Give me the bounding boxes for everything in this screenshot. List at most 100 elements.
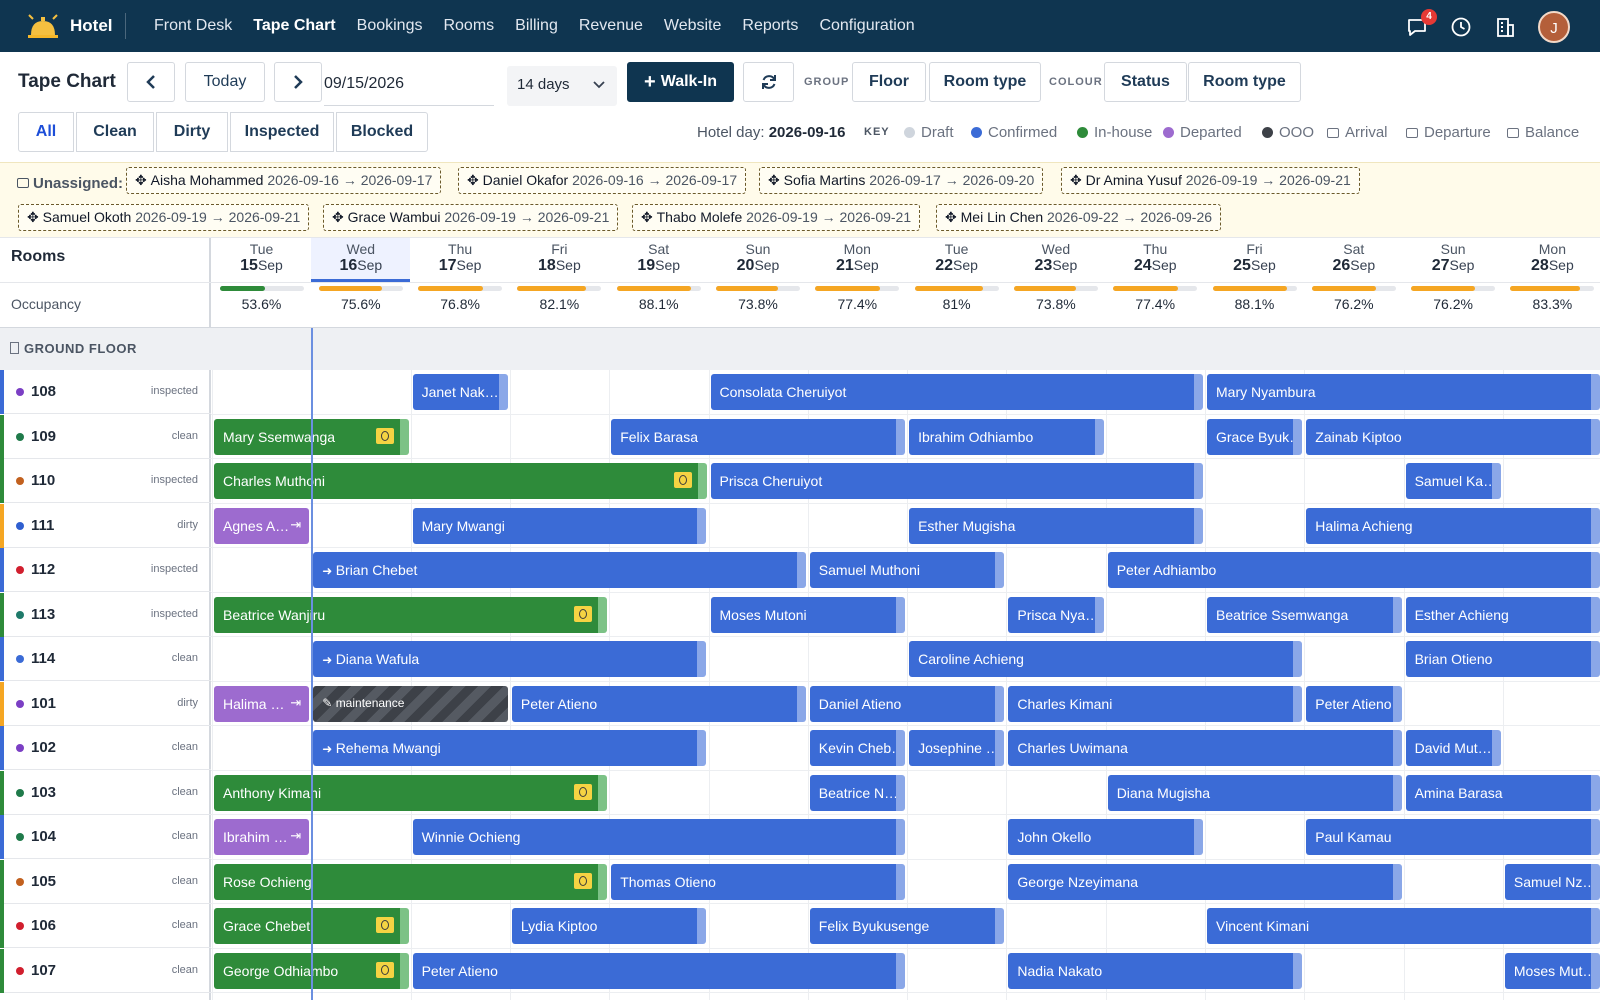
nav-link-configuration[interactable]: Configuration <box>819 17 914 35</box>
booking-bar[interactable]: Mary Mwangi <box>412 507 707 544</box>
day-header-18[interactable]: Fri 18Sep <box>510 238 609 282</box>
booking-bar[interactable]: Vincent Kimani <box>1207 908 1600 944</box>
nav-link-front-desk[interactable]: Front Desk <box>154 17 232 35</box>
booking-bar[interactable]: Janet Nak… <box>412 374 508 410</box>
day-header-25[interactable]: Fri 25Sep <box>1205 238 1304 282</box>
booking-bar[interactable]: Grace Byuk… <box>1207 418 1303 455</box>
nav-link-rooms[interactable]: Rooms <box>443 17 494 35</box>
booking-bar[interactable]: Rose Ochieng <box>214 863 608 900</box>
booking-bar[interactable]: Halima … ⇥ <box>214 685 310 722</box>
nav-link-revenue[interactable]: Revenue <box>579 17 643 35</box>
booking-bar[interactable]: George Nzeyimana <box>1008 863 1402 900</box>
booking-bar[interactable]: Prisca Cheruiyot <box>710 463 1203 499</box>
brand[interactable]: Hotel <box>0 13 126 39</box>
unassigned-chip[interactable]: ✥ Mei Lin Chen 2026-09-22 → 2026-09-26 <box>936 204 1222 231</box>
group-floor-button[interactable]: Floor <box>852 62 926 102</box>
booking-bar[interactable]: Beatrice N… <box>809 774 906 811</box>
refresh-button[interactable] <box>743 62 794 102</box>
day-header-26[interactable]: Sat 26Sep <box>1304 238 1403 282</box>
booking-bar[interactable]: Felix Barasa <box>611 418 906 455</box>
booking-bar[interactable]: Brian Otieno <box>1405 641 1600 677</box>
booking-bar[interactable]: Esther Achieng <box>1405 596 1600 633</box>
booking-bar[interactable]: ➜ Brian Chebet <box>313 552 806 588</box>
today-button[interactable]: Today <box>185 62 265 102</box>
unassigned-chip[interactable]: ✥ Thabo Molefe 2026-09-19 → 2026-09-21 <box>632 204 921 231</box>
day-header-21[interactable]: Mon 21Sep <box>808 238 907 282</box>
booking-bar[interactable]: Paul Kamau <box>1306 819 1600 855</box>
nav-link-billing[interactable]: Billing <box>515 17 558 35</box>
booking-bar[interactable]: Samuel Nz… <box>1504 863 1600 900</box>
nav-link-tape-chart[interactable]: Tape Chart <box>253 17 335 35</box>
filter-clean[interactable]: Clean <box>76 112 154 152</box>
day-header-20[interactable]: Sun 20Sep <box>709 238 808 282</box>
booking-bar[interactable]: David Mut… <box>1405 730 1501 766</box>
booking-bar[interactable]: Ibrahim … ⇥ <box>214 819 310 855</box>
booking-bar[interactable]: Samuel Muthoni <box>809 552 1005 588</box>
unassigned-chip[interactable]: ✥ Grace Wambui 2026-09-19 → 2026-09-21 <box>323 204 619 231</box>
room-row-110[interactable]: 110 inspected <box>0 459 211 503</box>
booking-bar[interactable]: Winnie Ochieng <box>412 819 906 855</box>
day-header-24[interactable]: Thu 24Sep <box>1106 238 1205 282</box>
booking-bar[interactable]: Halima Achieng <box>1306 507 1600 544</box>
booking-bar[interactable]: ➜ Diana Wafula <box>313 641 707 677</box>
filter-dirty[interactable]: Dirty <box>156 112 228 152</box>
booking-bar[interactable]: Esther Mugisha <box>909 507 1203 544</box>
booking-bar[interactable]: Peter Atieno <box>412 952 906 989</box>
user-avatar[interactable]: J <box>1538 11 1570 43</box>
booking-bar[interactable]: Kevin Cheb… <box>809 730 906 766</box>
day-header-27[interactable]: Sun 27Sep <box>1404 238 1503 282</box>
nav-link-website[interactable]: Website <box>664 17 722 35</box>
day-header-22[interactable]: Tue 22Sep <box>907 238 1006 282</box>
booking-bar[interactable]: Beatrice Wanjiru <box>214 596 608 633</box>
booking-bar[interactable]: Prisca Nya… <box>1008 596 1104 633</box>
day-header-15[interactable]: Tue 15Sep <box>212 238 311 282</box>
day-header-23[interactable]: Wed 23Sep <box>1006 238 1105 282</box>
colour-status-button[interactable]: Status <box>1104 62 1187 102</box>
group-room-type-button[interactable]: Room type <box>929 62 1041 102</box>
room-row-108[interactable]: 108 inspected <box>0 370 211 414</box>
booking-bar[interactable]: Beatrice Ssemwanga <box>1207 596 1402 633</box>
day-header-28[interactable]: Mon 28Sep <box>1503 238 1600 282</box>
booking-bar[interactable]: Mary Nyambura <box>1207 374 1600 410</box>
range-select[interactable]: 14 days <box>507 66 617 106</box>
booking-bar[interactable]: Peter Atieno <box>511 685 806 722</box>
booking-bar[interactable]: Samuel Ka… <box>1405 463 1501 499</box>
clock-icon[interactable] <box>1450 16 1472 38</box>
booking-bar[interactable]: Peter Adhiambo <box>1107 552 1600 588</box>
booking-bar[interactable]: Consolata Cheruiyot <box>710 374 1203 410</box>
booking-bar[interactable]: Agnes A… ⇥ <box>214 507 310 544</box>
walk-in-button[interactable]: + Walk-In <box>627 62 734 102</box>
unassigned-chip[interactable]: ✥ Dr Amina Yusuf 2026-09-19 → 2026-09-21 <box>1061 167 1360 194</box>
booking-bar[interactable]: Charles Muthoni <box>214 463 707 499</box>
nav-link-reports[interactable]: Reports <box>742 17 798 35</box>
filter-inspected[interactable]: Inspected <box>230 112 334 152</box>
booking-bar[interactable]: Moses Mut… <box>1504 952 1600 989</box>
booking-bar[interactable]: Thomas Otieno <box>611 863 906 900</box>
filter-blocked[interactable]: Blocked <box>336 112 428 152</box>
booking-bar[interactable]: Peter Atieno <box>1306 685 1402 722</box>
unassigned-chip[interactable]: ✥ Daniel Okafor 2026-09-16 → 2026-09-17 <box>458 167 747 194</box>
booking-bar[interactable]: Charles Uwimana <box>1008 730 1402 766</box>
room-row-107[interactable]: 107 clean <box>0 948 211 993</box>
chat-icon[interactable]: 4 <box>1406 9 1437 38</box>
room-row-112[interactable]: 112 inspected <box>0 548 211 592</box>
day-header-19[interactable]: Sat 19Sep <box>609 238 708 282</box>
room-row-113[interactable]: 113 inspected <box>0 592 211 637</box>
date-input[interactable]: 09/15/2026 <box>324 66 494 106</box>
booking-bar[interactable]: Amina Barasa <box>1405 774 1600 811</box>
filter-all[interactable]: All <box>18 112 74 152</box>
booking-bar[interactable]: ➜ Rehema Mwangi <box>313 730 707 766</box>
booking-bar[interactable]: Moses Mutoni <box>710 596 906 633</box>
room-row-106[interactable]: 106 clean <box>0 904 211 948</box>
booking-bar[interactable]: Zainab Kiptoo <box>1306 418 1600 455</box>
booking-bar[interactable]: Charles Kimani <box>1008 685 1303 722</box>
day-header-17[interactable]: Thu 17Sep <box>411 238 510 282</box>
booking-bar[interactable]: John Okello <box>1008 819 1203 855</box>
next-button[interactable] <box>274 62 322 102</box>
booking-bar[interactable]: Daniel Atieno <box>809 685 1005 722</box>
room-row-101[interactable]: 101 dirty <box>0 681 211 726</box>
booking-bar[interactable]: Anthony Kimani <box>214 774 608 811</box>
room-row-102[interactable]: 102 clean <box>0 726 211 770</box>
floor-header[interactable]: GROUND FLOOR <box>0 328 1600 370</box>
prev-button[interactable] <box>127 62 175 102</box>
